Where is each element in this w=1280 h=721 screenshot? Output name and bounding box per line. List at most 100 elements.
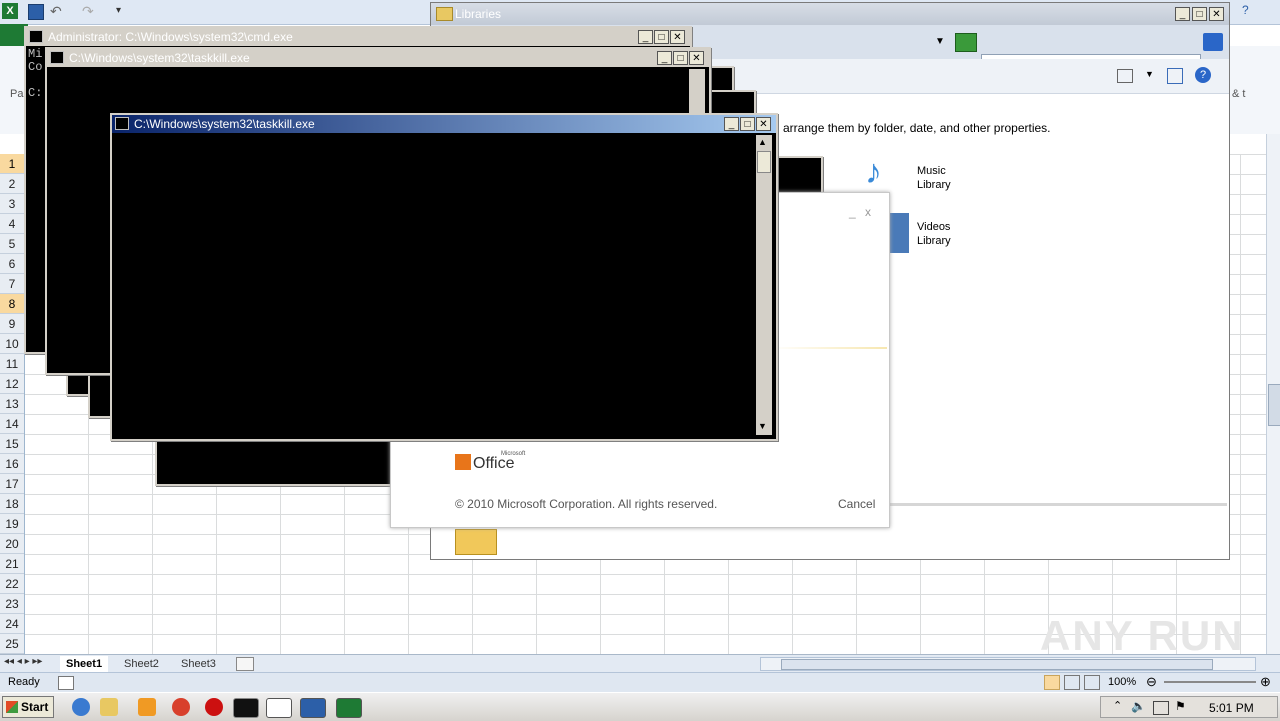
splash-minimize-icon[interactable]: _ (849, 205, 856, 219)
network-icon[interactable] (1153, 701, 1169, 715)
taskkill-back-title-bar[interactable]: C:\Windows\system32\taskkill.exe (47, 49, 709, 67)
view-options-icon[interactable] (1117, 69, 1133, 83)
normal-view-icon[interactable] (1044, 675, 1060, 690)
help-icon[interactable]: ? (1242, 3, 1249, 17)
ie-icon[interactable] (72, 698, 90, 716)
close-button[interactable]: ✕ (1209, 7, 1224, 21)
redo-icon[interactable]: ↷ (82, 3, 94, 20)
media-player-icon[interactable] (138, 698, 156, 716)
row-header[interactable]: 15 (0, 434, 24, 454)
videos-library-icon (889, 213, 909, 253)
opera-icon[interactable] (205, 698, 223, 716)
address-dropdown-icon[interactable]: ▼ (935, 36, 945, 47)
clock[interactable]: 5:01 PM (1209, 701, 1254, 715)
row-header[interactable]: 1 (0, 154, 24, 174)
close-button[interactable]: ✕ (670, 30, 685, 44)
row-header[interactable]: 23 (0, 594, 24, 614)
splash-divider (771, 347, 887, 349)
save-icon[interactable] (28, 4, 44, 20)
row-header[interactable]: 13 (0, 394, 24, 414)
macro-record-icon[interactable] (58, 676, 74, 690)
qat-dropdown-icon[interactable]: ▾ (116, 5, 121, 16)
row-header[interactable]: 5 (0, 234, 24, 254)
row-header[interactable]: 24 (0, 614, 24, 634)
excel-icon[interactable] (336, 698, 362, 718)
volume-icon[interactable]: 🔈 (1131, 699, 1146, 713)
search-icon[interactable] (1203, 33, 1223, 51)
libraries-title-bar[interactable]: Libraries _ □ ✕ (431, 3, 1229, 25)
folder-icon[interactable] (100, 698, 118, 716)
maximize-button[interactable]: □ (673, 51, 688, 65)
help-circle-icon[interactable]: ? (1195, 67, 1211, 83)
row-header[interactable]: 17 (0, 474, 24, 494)
h-scroll-thumb[interactable] (781, 659, 1213, 670)
chrome-icon[interactable] (172, 698, 190, 716)
splash-cancel-button[interactable]: Cancel (838, 497, 875, 511)
cmd-scrollbar[interactable]: ▲ ▼ (756, 135, 772, 435)
zoom-slider[interactable] (1164, 681, 1256, 683)
row-header[interactable]: 4 (0, 214, 24, 234)
window-icon[interactable] (266, 698, 292, 718)
row-header[interactable]: 6 (0, 254, 24, 274)
row-header[interactable]: 19 (0, 514, 24, 534)
row-header[interactable]: 12 (0, 374, 24, 394)
scroll-up-icon[interactable]: ▲ (758, 137, 767, 147)
splash-close-icon[interactable]: x (865, 205, 871, 219)
row-header[interactable]: 8 (0, 294, 24, 314)
zoom-in-icon[interactable]: ⊕ (1260, 674, 1271, 690)
maximize-button[interactable]: □ (654, 30, 669, 44)
taskkill-front-title-bar[interactable]: C:\Windows\system32\taskkill.exe (112, 115, 776, 133)
flag-icon[interactable]: ⚑ (1175, 699, 1186, 713)
excel-app-icon[interactable]: X (2, 3, 18, 19)
row-header[interactable]: 2 (0, 174, 24, 194)
close-button[interactable]: ✕ (689, 51, 704, 65)
row-header[interactable]: 9 (0, 314, 24, 334)
scroll-thumb[interactable] (1268, 384, 1280, 426)
preview-pane-icon[interactable] (1167, 68, 1183, 84)
row-header[interactable]: 16 (0, 454, 24, 474)
maximize-button[interactable]: □ (1192, 7, 1207, 21)
floppy-icon[interactable] (300, 698, 326, 718)
minimize-button[interactable]: _ (724, 117, 739, 131)
scroll-thumb[interactable] (757, 151, 771, 173)
row-header[interactable]: 25 (0, 634, 24, 654)
minimize-button[interactable]: _ (1175, 7, 1190, 21)
row-header[interactable]: 21 (0, 554, 24, 574)
cmd-icon[interactable] (233, 698, 259, 718)
row-header[interactable]: 14 (0, 414, 24, 434)
page-break-icon[interactable] (1084, 675, 1100, 690)
videos-library-name: Videos (917, 221, 951, 233)
libraries-title: Libraries (455, 7, 502, 21)
row-header[interactable]: 20 (0, 534, 24, 554)
minimize-button[interactable]: _ (638, 30, 653, 44)
row-header[interactable]: 11 (0, 354, 24, 374)
undo-icon[interactable]: ↶ (50, 3, 62, 20)
page-layout-icon[interactable] (1064, 675, 1080, 690)
zoom-level[interactable]: 100% (1108, 676, 1136, 688)
row-header[interactable]: 3 (0, 194, 24, 214)
scroll-down-icon[interactable]: ▼ (758, 421, 767, 431)
minimize-button[interactable]: _ (657, 51, 672, 65)
row-header[interactable]: 10 (0, 334, 24, 354)
maximize-button[interactable]: □ (740, 117, 755, 131)
start-button[interactable]: Start (2, 696, 54, 718)
row-header[interactable]: 7 (0, 274, 24, 294)
vertical-scrollbar[interactable] (1266, 134, 1280, 654)
taskkill-front-window[interactable]: C:\Windows\system32\taskkill.exe _ □ ✕ ▲… (110, 113, 778, 441)
sheet-tab-3[interactable]: Sheet3 (175, 656, 222, 672)
taskkill-front-title: C:\Windows\system32\taskkill.exe (134, 117, 315, 131)
music-library-item[interactable]: ♪ Music Library (865, 153, 975, 197)
tray-expand-icon[interactable]: ⌃ (1113, 699, 1122, 712)
paste-label[interactable]: Pa (10, 88, 23, 100)
sheet-tab-2[interactable]: Sheet2 (118, 656, 165, 672)
refresh-icon[interactable] (955, 33, 977, 52)
insert-sheet-icon[interactable] (236, 657, 254, 671)
close-button[interactable]: ✕ (756, 117, 771, 131)
zoom-out-icon[interactable]: ⊖ (1146, 674, 1157, 690)
sheet-tab-1[interactable]: Sheet1 (60, 656, 109, 672)
cmd-admin-title-bar[interactable]: Administrator: C:\Windows\system32\cmd.e… (26, 28, 690, 46)
row-header[interactable]: 22 (0, 574, 24, 594)
view-dropdown-icon[interactable]: ▼ (1145, 69, 1154, 79)
sheet-nav-arrows[interactable]: ◂◂ ◂ ▸ ▸▸ (4, 656, 42, 667)
row-header[interactable]: 18 (0, 494, 24, 514)
